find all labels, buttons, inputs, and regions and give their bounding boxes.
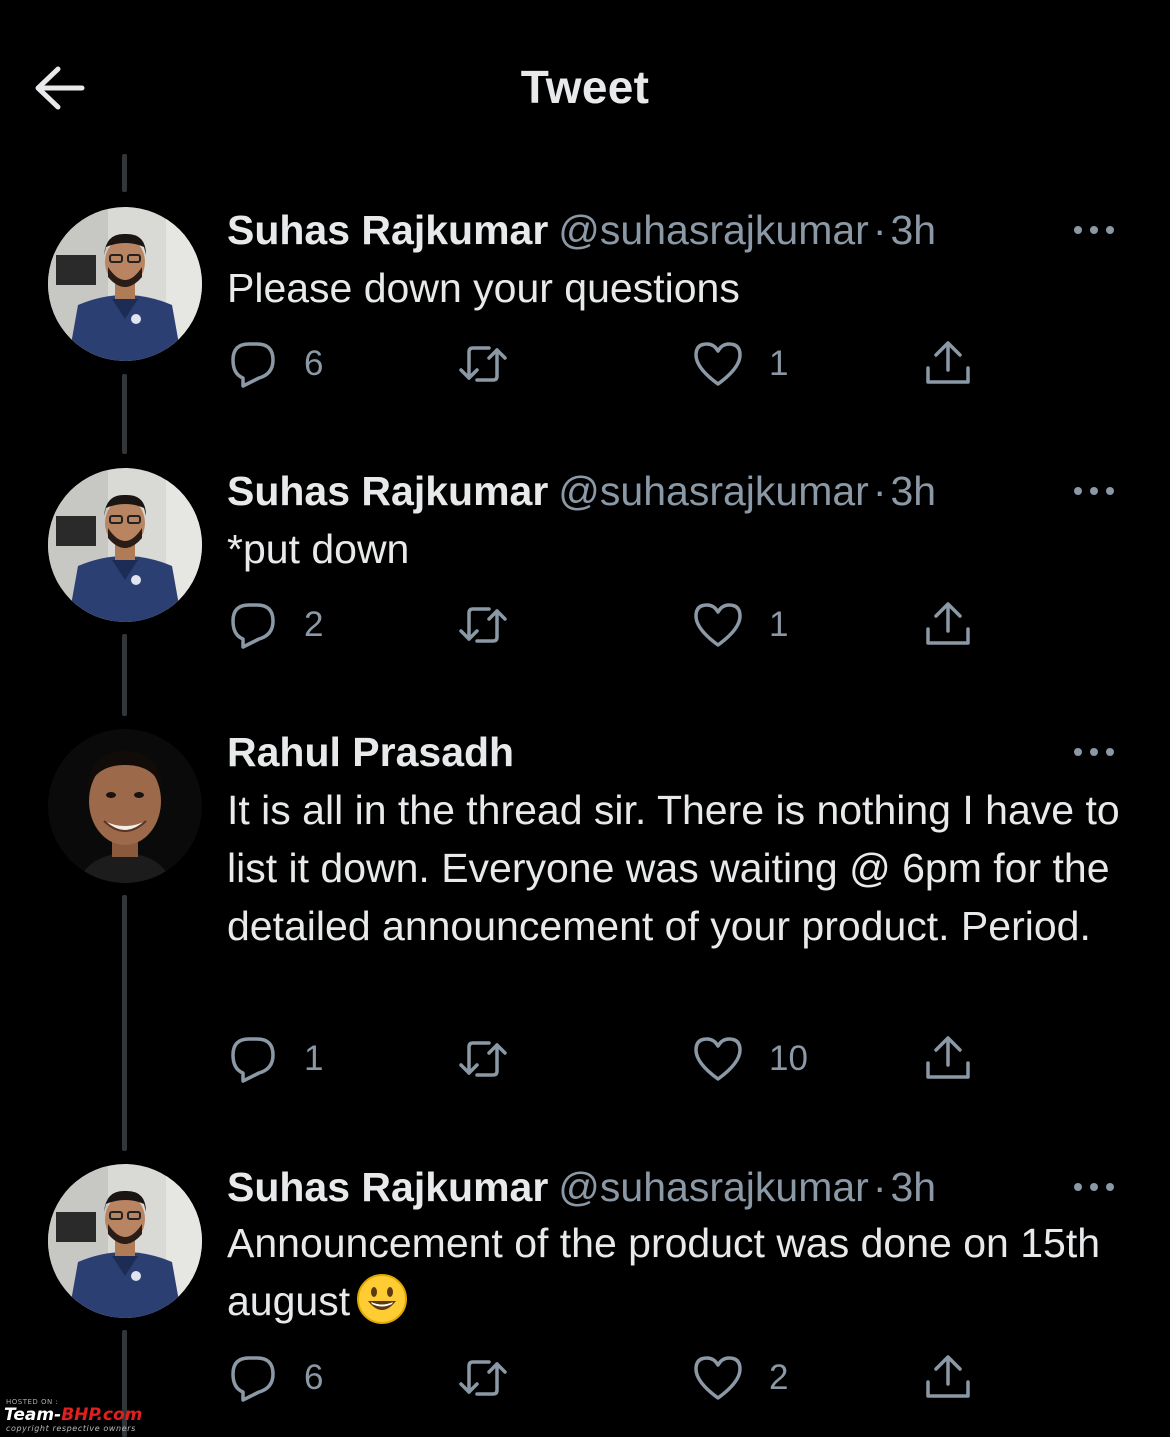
heart-icon (694, 1037, 742, 1081)
timestamp[interactable]: 3h (890, 1164, 936, 1210)
like-button[interactable]: 2 (692, 1351, 788, 1405)
more-options-button[interactable] (1072, 221, 1116, 239)
share-button[interactable] (922, 1351, 974, 1405)
reply-button[interactable]: 6 (227, 1351, 323, 1405)
tweet-text-container: Announcement of the product was done on … (227, 1214, 1127, 1330)
tweet-text: Please down your questions (227, 265, 740, 311)
separator-dot: · (872, 468, 887, 514)
like-button[interactable]: 1 (692, 337, 788, 391)
retweet-icon (459, 346, 507, 382)
share-upload-icon (926, 1355, 970, 1398)
watermark-brand: Team-BHP.com (4, 1405, 143, 1425)
page-title: Tweet (520, 61, 650, 113)
share-button[interactable] (922, 598, 974, 652)
tweet[interactable]: Suhas Rajkumar @suhasrajkumar·3h Announce… (0, 1164, 1170, 1424)
share-upload-icon (926, 602, 970, 645)
tweet-header: Suhas Rajkumar @suhasrajkumar·3h (227, 468, 936, 514)
reply-count: 6 (304, 1358, 324, 1397)
separator-dot: · (872, 207, 887, 253)
tweet-actions: 6 2 (227, 1351, 987, 1405)
like-count: 2 (769, 1358, 789, 1397)
heart-icon (694, 603, 742, 647)
share-upload-icon (926, 341, 970, 384)
retweet-icon (459, 1041, 507, 1077)
timestamp[interactable]: 3h (890, 468, 936, 514)
reply-button[interactable]: 2 (227, 598, 323, 652)
reply-bubble-icon (231, 1037, 275, 1083)
like-button[interactable]: 10 (692, 1032, 808, 1086)
watermark: HOSTED ON : Team-BHP.com copyright respe… (4, 1396, 194, 1434)
tweet[interactable]: Suhas Rajkumar @suhasrajkumar·3h Please d… (0, 207, 1170, 407)
avatar[interactable] (48, 1164, 202, 1318)
retweet-icon (459, 607, 507, 643)
heart-icon (694, 1356, 742, 1400)
share-button[interactable] (922, 1032, 974, 1086)
display-name[interactable]: Suhas Rajkumar (227, 207, 548, 253)
more-options-icon (1074, 748, 1114, 756)
tweet-text: *put down (227, 526, 410, 572)
avatar-suhas-image (48, 1164, 202, 1318)
avatar[interactable] (48, 729, 202, 883)
heart-icon (694, 342, 742, 386)
more-options-button[interactable] (1072, 743, 1116, 761)
more-options-button[interactable] (1072, 1178, 1116, 1196)
handle[interactable]: @suhasrajkumar (558, 1164, 869, 1210)
like-count: 10 (769, 1039, 808, 1078)
like-count: 1 (769, 344, 789, 383)
more-options-icon (1074, 1183, 1114, 1191)
tweet-header: Suhas Rajkumar @suhasrajkumar·3h (227, 1164, 936, 1210)
like-button[interactable]: 1 (692, 598, 788, 652)
top-bar: Tweet (0, 0, 1170, 150)
tweet[interactable]: Rahul Prasadh It is all in the thread si… (0, 729, 1170, 1099)
smiling-face-emoji (356, 1273, 408, 1325)
reply-bubble-icon (231, 603, 275, 649)
share-upload-icon (926, 1036, 970, 1079)
reply-button[interactable]: 6 (227, 337, 323, 391)
avatar[interactable] (48, 468, 202, 622)
tweet-actions: 2 1 (227, 598, 987, 652)
tweet-text: It is all in the thread sir. There is no… (227, 787, 1120, 949)
tweet-actions: 6 1 (227, 337, 987, 391)
handle[interactable]: @suhasrajkumar (558, 468, 869, 514)
more-options-button[interactable] (1072, 482, 1116, 500)
avatar[interactable] (48, 207, 202, 361)
more-options-icon (1074, 487, 1114, 495)
reply-count: 1 (304, 1039, 324, 1078)
tweet-header: Suhas Rajkumar @suhasrajkumar·3h (227, 207, 936, 253)
separator-dot: · (872, 1164, 887, 1210)
thread-line (122, 154, 127, 192)
more-options-icon (1074, 226, 1114, 234)
reply-count: 2 (304, 605, 324, 644)
watermark-copyright: copyright respective owners (6, 1424, 136, 1433)
retweet-button[interactable] (457, 337, 509, 391)
retweet-button[interactable] (457, 1032, 509, 1086)
reply-button[interactable]: 1 (227, 1032, 323, 1086)
tweet-header: Rahul Prasadh (227, 729, 514, 775)
reply-bubble-icon (231, 342, 275, 388)
tweet[interactable]: Suhas Rajkumar @suhasrajkumar·3h *put dow… (0, 468, 1170, 668)
reply-bubble-icon (231, 1356, 275, 1402)
retweet-button[interactable] (457, 1351, 509, 1405)
tweet-actions: 1 10 (227, 1032, 987, 1086)
retweet-button[interactable] (457, 598, 509, 652)
display-name[interactable]: Rahul Prasadh (227, 729, 514, 775)
avatar-rahul-image (48, 729, 202, 883)
handle[interactable]: @suhasrajkumar (558, 207, 869, 253)
timestamp[interactable]: 3h (890, 207, 936, 253)
display-name[interactable]: Suhas Rajkumar (227, 1164, 548, 1210)
display-name[interactable]: Suhas Rajkumar (227, 468, 548, 514)
reply-count: 6 (304, 344, 324, 383)
retweet-icon (459, 1360, 507, 1396)
avatar-suhas-image (48, 207, 202, 361)
like-count: 1 (769, 605, 789, 644)
share-button[interactable] (922, 337, 974, 391)
avatar-suhas-image (48, 468, 202, 622)
